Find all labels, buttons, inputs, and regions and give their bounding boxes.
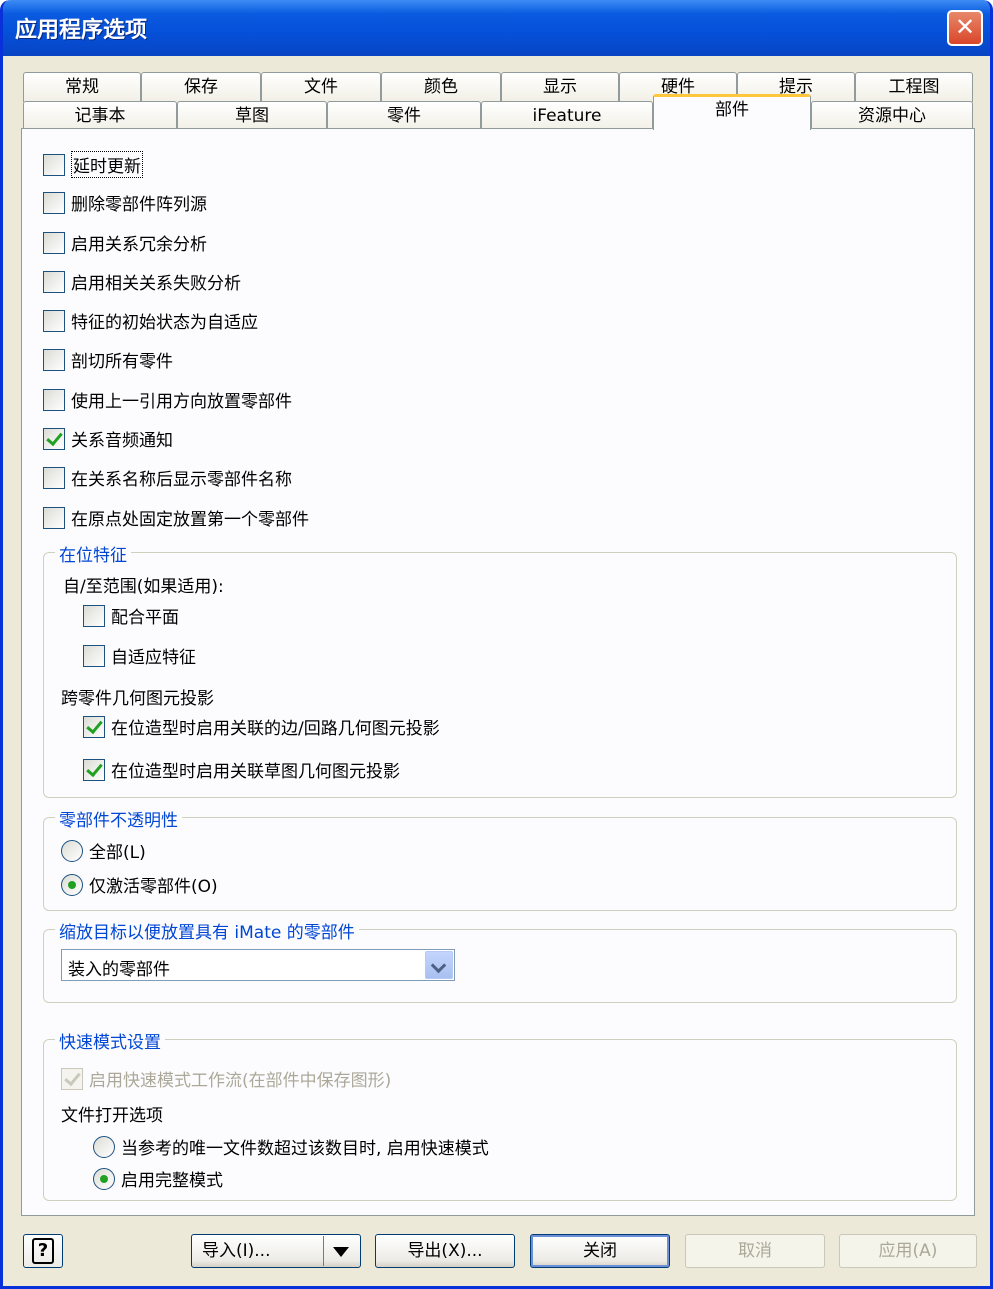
express-mode-legend: 快速模式设置: [55, 1028, 165, 1053]
apply-button[interactable]: 应用(A): [839, 1234, 977, 1268]
redundancy-analysis-checkbox[interactable]: 启用关系冗余分析: [43, 230, 207, 255]
opacity-all-radio[interactable]: 全部(L): [61, 838, 146, 863]
help-icon: ?: [32, 1238, 54, 1264]
last-orientation-checkbox[interactable]: 使用上一引用方向放置零部件: [43, 387, 292, 412]
import-label: 导入(I)...: [202, 1241, 271, 1261]
express-workflow-checkbox[interactable]: 启用快速模式工作流(在部件中保存图形): [61, 1066, 391, 1091]
opacity-active-label: 仅激活零部件(O): [89, 877, 218, 897]
tab-colors[interactable]: 颜色: [381, 72, 501, 102]
redundancy-analysis-label: 启用关系冗余分析: [71, 235, 207, 255]
checkbox-box[interactable]: [43, 231, 65, 254]
ground-first-checkbox[interactable]: 在原点处固定放置第一个零部件: [43, 505, 309, 530]
close-window-button[interactable]: ✕: [947, 10, 983, 46]
title-bar[interactable]: 应用程序选项 ✕: [3, 0, 990, 56]
full-mode-radio[interactable]: 启用完整模式: [93, 1166, 223, 1191]
application-options-dialog: 应用程序选项 ✕ 常规 保存 文件 颜色 显示 硬件 提示 工程图 记事本 草图…: [0, 0, 993, 1289]
tab-display[interactable]: 显示: [501, 72, 619, 102]
tab-sketch[interactable]: 草图: [177, 101, 327, 131]
from-to-label: 自/至范围(如果适用):: [63, 577, 224, 597]
section-all-label: 剖切所有零件: [71, 352, 173, 372]
checkbox-box[interactable]: [83, 715, 105, 738]
mate-plane-label: 配合平面: [111, 608, 179, 628]
delete-pattern-source-label: 删除零部件阵列源: [71, 195, 207, 215]
failure-analysis-checkbox[interactable]: 启用相关关系失败分析: [43, 269, 241, 294]
delete-pattern-source-checkbox[interactable]: 删除零部件阵列源: [43, 190, 207, 215]
chevron-down-icon[interactable]: [425, 951, 453, 979]
audio-notify-checkbox[interactable]: 关系音频通知: [43, 426, 173, 451]
checkbox-box[interactable]: [43, 270, 65, 293]
show-names-label: 在关系名称后显示零部件名称: [71, 470, 292, 490]
delay-update-checkbox[interactable]: 延时更新: [43, 151, 143, 178]
checkbox-box[interactable]: [83, 604, 105, 627]
tab-file[interactable]: 文件: [261, 72, 381, 102]
tab-drawing[interactable]: 工程图: [855, 72, 973, 102]
tab-content-center[interactable]: 资源中心: [811, 101, 973, 131]
file-open-label: 文件打开选项: [61, 1106, 163, 1126]
adaptive-init-checkbox[interactable]: 特征的初始状态为自适应: [43, 308, 258, 333]
checkbox-box[interactable]: [43, 153, 65, 176]
checkbox-box[interactable]: [43, 466, 65, 489]
cancel-button[interactable]: 取消: [685, 1234, 825, 1268]
export-button[interactable]: 导出(X)...: [375, 1234, 515, 1268]
radio-circle[interactable]: [61, 873, 83, 896]
checkbox-box[interactable]: [83, 644, 105, 667]
close-button[interactable]: 关闭: [530, 1234, 670, 1268]
express-workflow-label: 启用快速模式工作流(在部件中保存图形): [89, 1071, 392, 1091]
inplace-features-legend: 在位特征: [55, 541, 131, 566]
tab-save[interactable]: 保存: [141, 72, 261, 102]
sketch-projection-checkbox[interactable]: 在位造型时启用关联草图几何图元投影: [83, 757, 400, 782]
checkbox-box[interactable]: [43, 309, 65, 332]
failure-analysis-label: 启用相关关系失败分析: [71, 274, 241, 294]
checkbox-box[interactable]: [83, 758, 105, 781]
window-title: 应用程序选项: [15, 18, 148, 43]
edge-loop-projection-checkbox[interactable]: 在位造型时启用关联的边/回路几何图元投影: [83, 714, 440, 739]
adaptive-init-label: 特征的初始状态为自适应: [71, 313, 258, 333]
section-all-checkbox[interactable]: 剖切所有零件: [43, 347, 173, 372]
tab-general[interactable]: 常规: [23, 72, 141, 102]
cross-part-label: 跨零件几何图元投影: [61, 689, 214, 709]
express-threshold-radio[interactable]: 当参考的唯一文件数超过该数目时, 启用快速模式: [93, 1134, 489, 1159]
radio-circle[interactable]: [93, 1167, 115, 1190]
ground-first-label: 在原点处固定放置第一个零部件: [71, 510, 309, 530]
zoom-target-select[interactable]: 装入的零部件: [61, 949, 455, 981]
zoom-target-value: 装入的零部件: [68, 960, 170, 980]
checkbox-box[interactable]: [61, 1067, 83, 1090]
adaptive-feature-checkbox[interactable]: 自适应特征: [83, 643, 196, 668]
tab-assembly[interactable]: 部件: [653, 94, 811, 130]
audio-notify-label: 关系音频通知: [71, 431, 173, 451]
tab-part[interactable]: 零件: [327, 101, 481, 131]
checkbox-box[interactable]: [43, 427, 65, 450]
sketch-projection-label: 在位造型时启用关联草图几何图元投影: [111, 762, 400, 782]
checkbox-box[interactable]: [43, 388, 65, 411]
mate-plane-checkbox[interactable]: 配合平面: [83, 603, 179, 628]
show-names-checkbox[interactable]: 在关系名称后显示零部件名称: [43, 465, 292, 490]
checkbox-box[interactable]: [43, 348, 65, 371]
tab-notebook[interactable]: 记事本: [23, 101, 177, 131]
radio-circle[interactable]: [93, 1135, 115, 1158]
checkbox-box[interactable]: [43, 506, 65, 529]
opacity-active-radio[interactable]: 仅激活零部件(O): [61, 872, 218, 897]
import-dropdown-arrow-icon[interactable]: [323, 1236, 357, 1266]
express-threshold-label: 当参考的唯一文件数超过该数目时, 启用快速模式: [121, 1139, 489, 1159]
radio-circle[interactable]: [61, 839, 83, 862]
tab-ifeature[interactable]: iFeature: [481, 101, 653, 131]
opacity-all-label: 全部(L): [89, 843, 146, 863]
opacity-legend: 零部件不透明性: [55, 806, 182, 831]
help-button[interactable]: ?: [23, 1234, 63, 1268]
full-mode-label: 启用完整模式: [121, 1171, 223, 1191]
zoom-target-legend: 缩放目标以便放置具有 iMate 的零部件: [55, 918, 359, 943]
edge-loop-projection-label: 在位造型时启用关联的边/回路几何图元投影: [111, 719, 440, 739]
adaptive-feature-label: 自适应特征: [111, 648, 196, 668]
delay-update-label: 延时更新: [71, 151, 143, 178]
checkbox-box[interactable]: [43, 191, 65, 214]
last-orientation-label: 使用上一引用方向放置零部件: [71, 392, 292, 412]
